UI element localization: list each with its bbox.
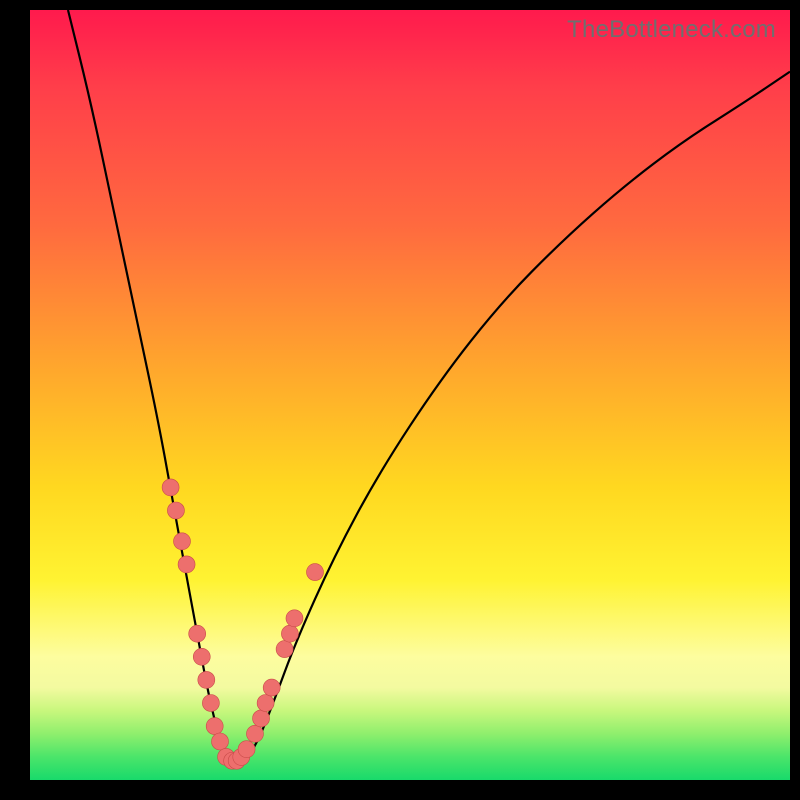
sample-marker [167,502,184,519]
bottleneck-curve [68,10,790,765]
sample-marker [307,564,324,581]
sample-marker [193,648,210,665]
sample-marker [246,725,263,742]
sample-marker [189,625,206,642]
sample-marker [198,671,215,688]
chart-frame: TheBottleneck.com [0,0,800,800]
sample-marker [263,679,280,696]
sample-marker [206,718,223,735]
sample-marker [257,695,274,712]
sample-marker [276,641,293,658]
sample-marker [174,533,191,550]
plot-area: TheBottleneck.com [30,10,790,780]
sample-marker [202,695,219,712]
sample-marker [286,610,303,627]
curve-svg [30,10,790,780]
sample-marker [212,733,229,750]
sample-marker [253,710,270,727]
sample-marker [281,625,298,642]
sample-marker [178,556,195,573]
sample-markers-group [162,479,323,769]
sample-marker [238,741,255,758]
sample-marker [162,479,179,496]
